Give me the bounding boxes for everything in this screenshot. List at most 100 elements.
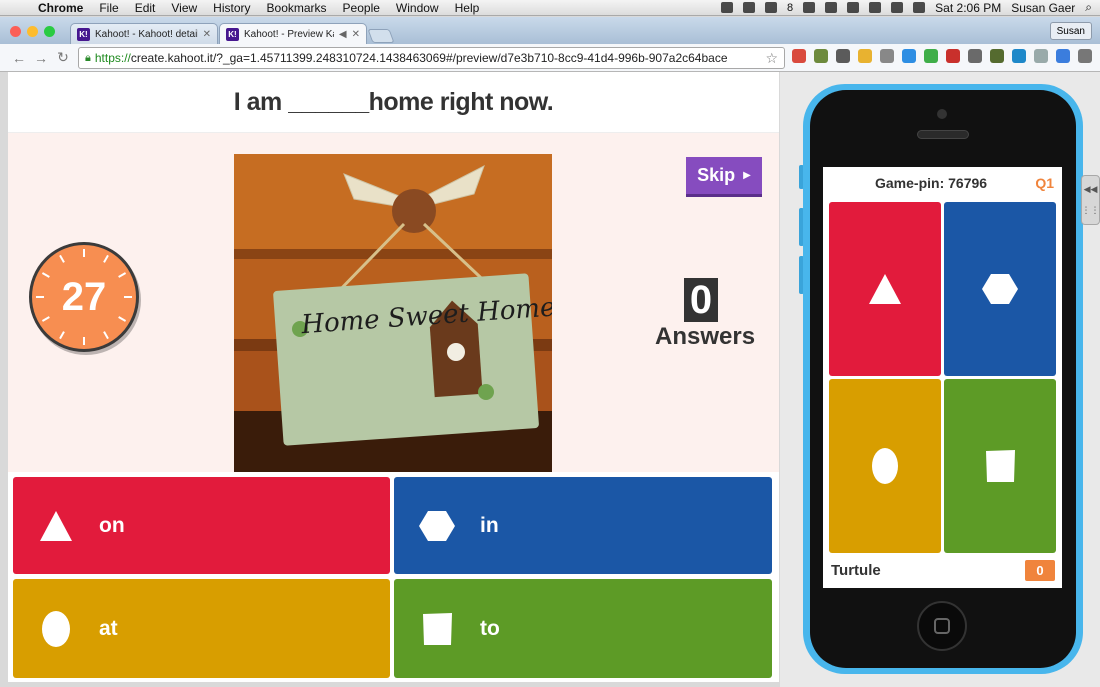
mac-menu-bar: Chrome File Edit View History Bookmarks … [0, 0, 1100, 16]
headphones-icon[interactable] [825, 2, 838, 13]
grip-icon: ⋮⋮ [1081, 205, 1100, 215]
extension-icon[interactable] [968, 49, 982, 63]
phone-home-button[interactable] [917, 601, 967, 651]
phone-answer-triangle[interactable] [829, 202, 941, 376]
bluetooth-icon[interactable] [891, 2, 904, 13]
play-arrow-icon: ▶ [743, 170, 751, 181]
dropbox-icon[interactable] [743, 2, 756, 13]
menu-help[interactable]: Help [447, 1, 488, 15]
answer-tile-on[interactable]: on [13, 477, 390, 574]
pocket-extension-icon[interactable] [880, 49, 894, 63]
audio-icon: ◀ [338, 28, 347, 40]
profile-button[interactable]: Susan [1049, 22, 1092, 40]
extension-icon[interactable] [1012, 49, 1026, 63]
browser-toolbar: ← → ↻ 🔒︎ https://create.kahoot.it/?_ga=1… [0, 44, 1100, 72]
answer-text: to [480, 616, 500, 640]
tab-kahoot-preview[interactable]: K! Kahoot! - Preview Kahoot ◀ ✕ [219, 23, 367, 44]
display-icon[interactable] [765, 2, 778, 13]
double-chevron-left-icon: ◀◀ [1083, 184, 1098, 194]
home-square-icon [934, 618, 950, 634]
skip-label: Skip [697, 165, 736, 185]
reload-icon[interactable]: ↻ [52, 49, 74, 66]
close-tab-icon[interactable]: ✕ [352, 29, 360, 40]
tab-title: Kahoot! - Preview Kahoot [244, 28, 334, 40]
forward-icon[interactable]: → [30, 50, 52, 66]
answer-count-value: 0 [683, 278, 719, 322]
kahoot-preview-page: I am ______home right now. 27 Home Sweet… [8, 72, 779, 682]
phone-speaker [917, 130, 969, 139]
back-icon[interactable]: ← [8, 50, 30, 66]
address-bar[interactable]: 🔒︎ https://create.kahoot.it/?_ga=1.45711… [78, 47, 785, 69]
chrome-menu-icon[interactable] [1078, 49, 1092, 63]
menu-file[interactable]: File [91, 1, 126, 15]
extension-icon[interactable] [814, 49, 828, 63]
phone-answer-square[interactable] [944, 379, 1056, 553]
player-score: 0 [1025, 560, 1055, 581]
phone-screen: Game-pin: 76796 Q1 Turtule 0 [823, 167, 1062, 588]
menu-edit[interactable]: Edit [127, 1, 164, 15]
game-pin: Game-pin: 76796 [875, 175, 988, 191]
question-number: Q1 [1035, 175, 1054, 191]
hexagon-icon [418, 507, 456, 545]
battery-icon[interactable] [913, 2, 926, 13]
lock-icon: 🔒︎ [85, 51, 91, 64]
circle-icon [37, 610, 75, 648]
gmail-extension-icon[interactable] [792, 49, 806, 63]
kahoot-favicon-icon: K! [226, 27, 239, 41]
zoom-window-icon[interactable] [44, 26, 55, 37]
new-tab-button[interactable] [367, 29, 395, 43]
menu-people[interactable]: People [335, 1, 388, 15]
triangle-icon [37, 507, 75, 545]
extension-icon[interactable] [858, 49, 872, 63]
square-icon [418, 610, 456, 648]
extension-icon[interactable] [902, 49, 916, 63]
browser-tab-strip: K! Kahoot! - Kahoot! details ✕ K! Kahoot… [0, 17, 1100, 44]
menu-app-chrome[interactable]: Chrome [30, 1, 91, 15]
extension-icon[interactable] [946, 49, 960, 63]
phone-answer-circle[interactable] [829, 379, 941, 553]
notification-bell-icon[interactable] [803, 2, 816, 13]
answer-tile-to[interactable]: to [394, 579, 772, 678]
spotlight-icon[interactable]: ⌕ [1085, 0, 1092, 15]
circle-icon [872, 448, 898, 484]
minimize-window-icon[interactable] [27, 26, 38, 37]
time-machine-icon[interactable] [869, 2, 882, 13]
close-tab-icon[interactable]: ✕ [203, 29, 211, 40]
extension-icon[interactable] [924, 49, 938, 63]
kahoot-favicon-icon: K! [77, 27, 90, 41]
menu-view[interactable]: View [163, 1, 205, 15]
question-image: Home Sweet Home [234, 154, 552, 472]
extension-icon[interactable] [836, 49, 850, 63]
menubar-user[interactable]: Susan Gaer [1011, 1, 1075, 15]
answer-text: in [480, 513, 499, 537]
wifi-icon[interactable] [847, 2, 860, 13]
skip-button[interactable]: Skip ▶ [686, 157, 762, 194]
status-count: 8 [787, 1, 794, 14]
close-window-icon[interactable] [10, 26, 21, 37]
phone-camera [937, 109, 947, 119]
tab-kahoot-details[interactable]: K! Kahoot! - Kahoot! details ✕ [70, 23, 218, 44]
answer-text: at [99, 616, 118, 640]
extension-icon[interactable] [1056, 49, 1070, 63]
answer-tile-in[interactable]: in [394, 477, 772, 574]
menu-history[interactable]: History [205, 1, 258, 15]
answer-tile-at[interactable]: at [13, 579, 390, 678]
timer-value: 27 [61, 274, 107, 319]
window-controls [10, 26, 55, 37]
answer-text: on [99, 513, 125, 537]
url-scheme: https:// [94, 51, 131, 65]
status-app-icon[interactable] [721, 2, 734, 13]
triangle-icon [869, 274, 901, 304]
menu-bookmarks[interactable]: Bookmarks [259, 1, 335, 15]
menu-window[interactable]: Window [388, 1, 447, 15]
phone-header: Game-pin: 76796 Q1 [823, 167, 1062, 199]
extension-icon[interactable] [990, 49, 1004, 63]
menubar-clock[interactable]: Sat 2:06 PM [935, 1, 1001, 15]
bookmark-star-icon[interactable]: ☆ [765, 50, 784, 67]
tab-title: Kahoot! - Kahoot! details [95, 28, 198, 40]
panel-collapse-handle[interactable]: ◀◀ ⋮⋮ [1081, 175, 1100, 225]
square-icon [986, 450, 1015, 482]
answers-label: Answers [655, 323, 756, 350]
extension-icon[interactable] [1034, 49, 1048, 63]
phone-answer-hexagon[interactable] [944, 202, 1056, 376]
